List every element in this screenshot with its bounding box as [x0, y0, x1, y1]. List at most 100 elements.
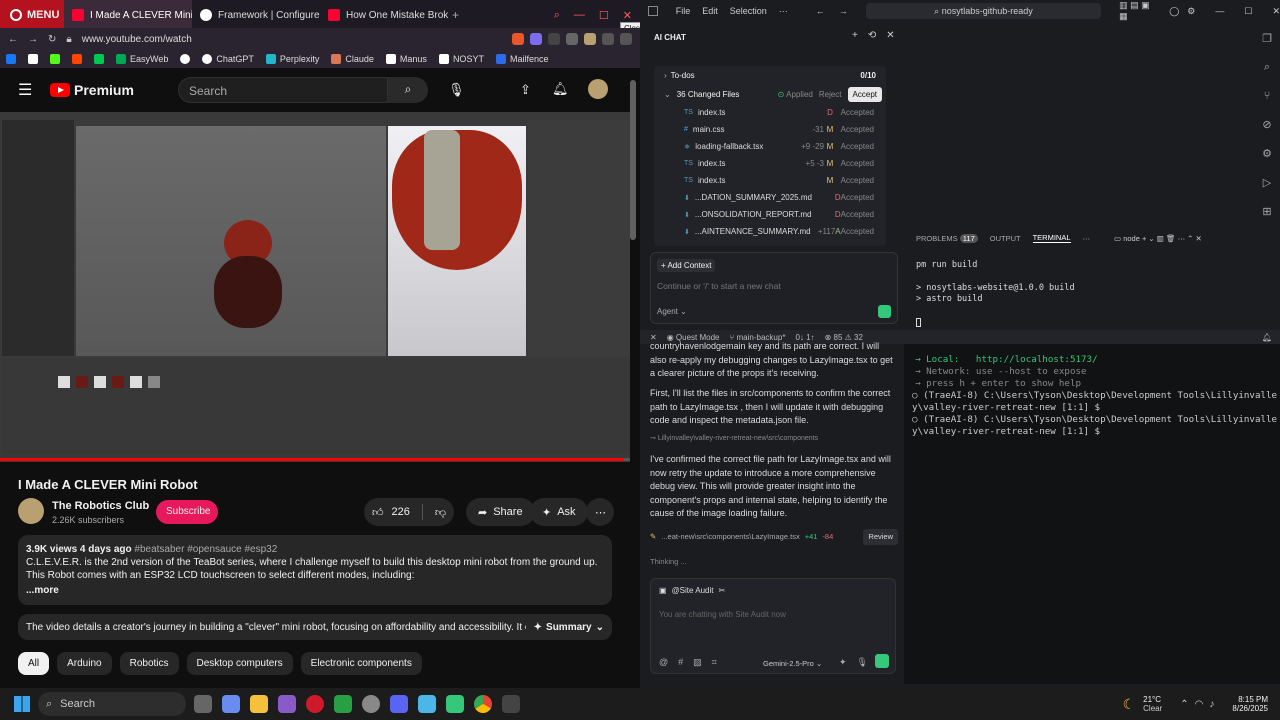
new-tab-icon[interactable]: + [452, 8, 459, 22]
path-reference[interactable]: ⊸ Lillyinvalley\valley-river-retreat-new… [650, 432, 818, 446]
chrome-icon[interactable] [474, 695, 492, 713]
app-icon[interactable] [446, 695, 464, 713]
video-player[interactable] [0, 112, 630, 462]
search-icon[interactable]: ⌕ [1264, 61, 1270, 74]
close-window-icon[interactable]: ✕ [1272, 6, 1280, 17]
taskbar-search[interactable]: ⌕ Search [38, 692, 186, 716]
terminal-output[interactable]: pm run build > nosytlabs-website@1.0.0 b… [916, 260, 1256, 327]
image-icon[interactable]: ▨ [693, 656, 702, 670]
sparkle-icon[interactable]: ✦ [839, 656, 847, 670]
minimize-icon[interactable]: — [574, 9, 585, 22]
subscribe-button[interactable]: Subscribe [156, 500, 218, 524]
hash-icon[interactable]: # [678, 656, 683, 670]
notifications-icon[interactable]: 🔔︎ [1262, 333, 1280, 342]
copilot-icon[interactable] [222, 695, 240, 713]
tab-output[interactable]: OUTPUT [990, 234, 1021, 243]
reject-button[interactable]: Reject [819, 90, 842, 99]
settings-icon[interactable]: ⚙ [1187, 6, 1195, 17]
bookmark-chatgpt[interactable]: ChatGPT [202, 54, 254, 64]
tab-mistake[interactable]: How One Mistake Broke C [320, 0, 448, 30]
video-progress-bar[interactable] [0, 458, 630, 461]
ask-button[interactable]: ✦ Ask [530, 498, 588, 526]
url-field[interactable]: www.youtube.com/watch [82, 34, 192, 45]
discord-icon[interactable] [390, 695, 408, 713]
opera-menu-button[interactable]: MENU [0, 0, 64, 30]
app-icon[interactable] [362, 695, 380, 713]
app-icon[interactable] [278, 695, 296, 713]
hashtags[interactable]: #beatsaber #opensauce #esp32 [134, 544, 277, 555]
page-scrollbar[interactable] [630, 80, 636, 240]
mention-icon[interactable]: @ [659, 656, 668, 670]
chip-desktop-computers[interactable]: Desktop computers [186, 652, 293, 675]
microphone-icon[interactable]: 🎙︎ [448, 82, 465, 98]
bookmark-manus[interactable]: Manus [385, 54, 427, 64]
weather-widget[interactable]: ☾ 21°C Clear [1123, 695, 1163, 713]
bookmark-mailfence[interactable]: Mailfence [495, 54, 548, 64]
extension-icon[interactable] [530, 33, 542, 45]
more-icon[interactable]: ⋯ [1083, 234, 1091, 243]
extension-icon[interactable] [512, 33, 524, 45]
notepad-icon[interactable] [418, 695, 436, 713]
youtube-premium-logo[interactable]: Premium [50, 82, 134, 98]
extensions-icon[interactable]: ⚙ [1262, 147, 1272, 160]
send-button[interactable] [878, 305, 891, 318]
chat-input[interactable]: Continue or '/' to start a new chat [657, 281, 781, 291]
terminal-shell-selector[interactable]: ▭ node + ⌄ ▥ 🗑︎ ⋯ ⌃ ✕ [1114, 234, 1202, 243]
search-button[interactable]: ⌕ [388, 77, 428, 103]
app-icon[interactable] [502, 695, 520, 713]
share-button[interactable]: ➦ Share [466, 498, 535, 526]
menu-edit[interactable]: Edit [702, 6, 718, 16]
download-icon[interactable] [602, 33, 614, 45]
send-button[interactable] [875, 654, 889, 668]
menu-file[interactable]: File [676, 6, 691, 16]
changed-file-row[interactable]: ⬇ ...AINTENANCE_SUMMARY.md +117 A Accepted [654, 223, 886, 240]
agent-selector[interactable]: Agent ⌄ [657, 307, 687, 316]
maximize-icon[interactable]: ☐ [599, 9, 609, 22]
summary-button[interactable]: ✦ Summary ⌄ [534, 622, 604, 633]
new-chat-icon[interactable]: + [852, 30, 858, 41]
changed-file-row[interactable]: TS index.ts D Accepted [654, 104, 886, 121]
bookmark-item[interactable] [6, 54, 16, 64]
forward-icon[interactable]: → [28, 34, 38, 45]
dev-terminal[interactable]: → Local: http://localhost:5173/ → Networ… [904, 344, 1280, 684]
task-view-icon[interactable] [194, 695, 212, 713]
maximize-icon[interactable]: ☐ [1244, 6, 1252, 17]
youtube-search-input[interactable]: Search [178, 77, 388, 103]
system-tray[interactable]: ⌃ ◠ ♪ [1180, 699, 1214, 710]
back-icon[interactable]: ← [8, 34, 18, 45]
channel-name[interactable]: The Robotics Club [52, 500, 149, 512]
minimize-icon[interactable]: — [1215, 6, 1224, 16]
changed-file-row[interactable]: ⬇ ...DATION_SUMMARY_2025.md D Accepted [654, 189, 886, 206]
tab-problems[interactable]: PROBLEMS 117 [916, 233, 978, 243]
model-selector[interactable]: Gemini-2.5-Pro ⌄ [763, 657, 822, 671]
search-tabs-icon[interactable]: ⌕ [554, 9, 560, 22]
opera-icon[interactable] [306, 695, 324, 713]
puzzle-icon[interactable] [566, 33, 578, 45]
like-button[interactable]: 👍︎ 226 [372, 506, 410, 519]
accept-button[interactable]: Accept [847, 86, 882, 102]
hamburger-menu-icon[interactable]: ☰ [18, 80, 34, 100]
show-more-link[interactable]: ...more [26, 584, 604, 597]
layout-icon[interactable]: ▥ ▤ ▣ ▦ [1119, 0, 1159, 22]
easy-setup-icon[interactable] [620, 33, 632, 45]
profile-icon[interactable] [584, 33, 596, 45]
bookmark-perplexity[interactable]: Perplexity [265, 54, 319, 64]
bookmark-item[interactable] [180, 54, 191, 64]
add-context-button[interactable]: + Add Context [657, 259, 716, 272]
history-icon[interactable]: ⟲ [868, 30, 876, 41]
close-panel-icon[interactable]: ✕ [886, 30, 894, 41]
nav-back-icon[interactable]: ← [816, 6, 825, 16]
file-explorer-icon[interactable] [250, 695, 268, 713]
changed-file-row[interactable]: ⬇ ...ONSOLIDATION_REPORT.md D Accepted [654, 206, 886, 223]
menu-more[interactable]: ··· [779, 6, 788, 16]
close-window-icon[interactable]: ✕ [623, 9, 632, 22]
chip-robotics[interactable]: Robotics [119, 652, 179, 675]
bookmark-claude[interactable]: Claude [331, 54, 374, 64]
extension-icon[interactable] [548, 33, 560, 45]
account-avatar[interactable] [588, 79, 608, 99]
tab-terminal[interactable]: TERMINAL [1032, 233, 1071, 243]
chip-arduino[interactable]: Arduino [57, 652, 112, 675]
create-icon[interactable]: ⇪ [520, 82, 531, 98]
tab-framework[interactable]: Framework | Configure F [192, 0, 320, 30]
debug-icon[interactable]: ⊘ [1262, 118, 1271, 131]
